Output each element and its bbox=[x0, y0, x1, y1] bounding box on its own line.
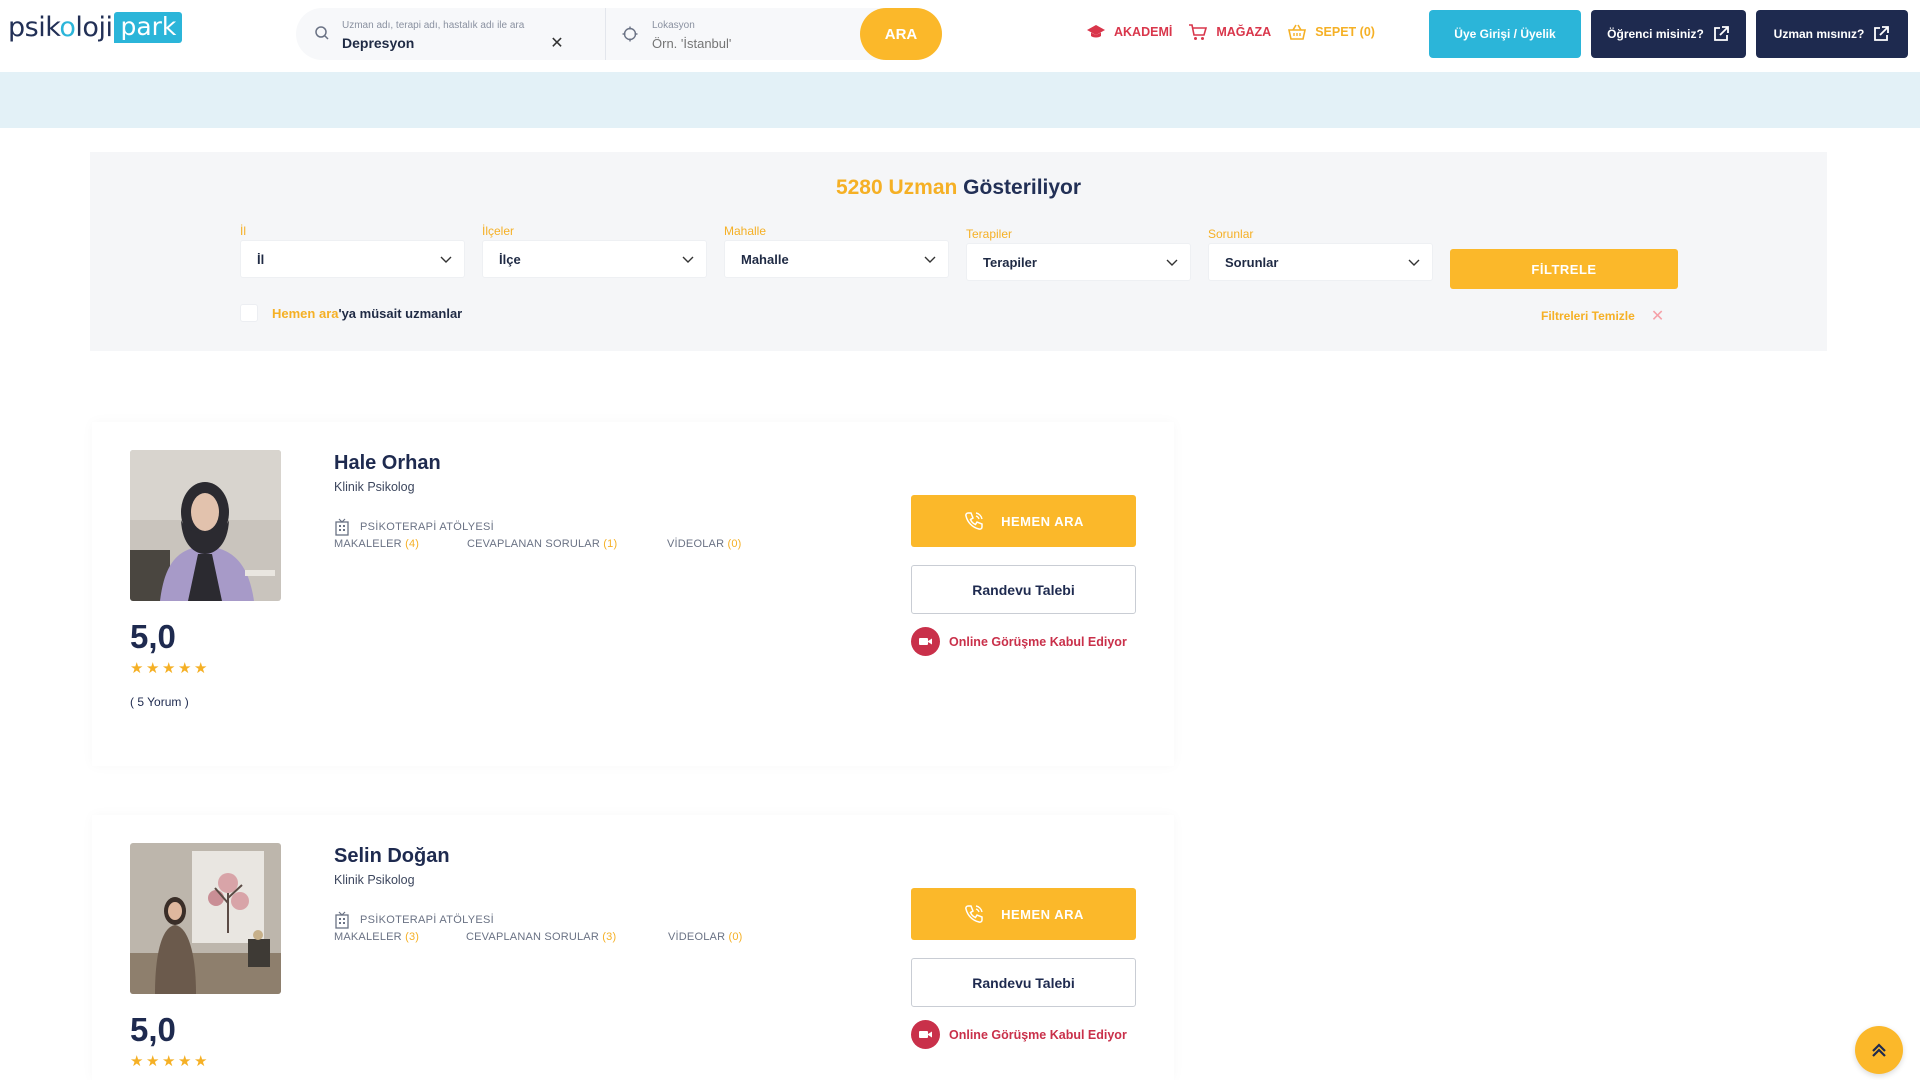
external-link-icon bbox=[1874, 26, 1890, 41]
available-now-toggle: Hemen ara'ya müsait uzmanlar bbox=[240, 304, 462, 322]
star-icon: ★ bbox=[194, 660, 208, 677]
location-crosshair-icon bbox=[622, 26, 638, 42]
filter-problems: Sorunlar Sorunlar bbox=[1208, 227, 1433, 281]
chevron-down-icon bbox=[440, 256, 452, 263]
expert-card: Selin Doğan Klinik Psikolog PSİKOTERAPİ … bbox=[92, 815, 1174, 1080]
site-logo[interactable]: psikoloji park bbox=[8, 8, 183, 46]
nav-cart-link[interactable]: SEPET (0) bbox=[1287, 22, 1375, 42]
hero-band bbox=[0, 72, 1920, 128]
double-chevron-up-icon bbox=[1872, 1043, 1886, 1057]
nav-store-link[interactable]: MAĞAZA bbox=[1188, 22, 1271, 42]
online-session-badge: Online Görüşme Kabul Ediyor bbox=[911, 1020, 1127, 1049]
articles-link[interactable]: MAKALELER (3) bbox=[334, 931, 419, 943]
chevron-down-icon bbox=[924, 256, 936, 263]
clear-search-icon[interactable]: ✕ bbox=[550, 36, 564, 52]
therapies-select[interactable]: Terapiler bbox=[966, 243, 1191, 281]
expert-photo[interactable] bbox=[130, 843, 281, 994]
filter-label: Mahalle bbox=[724, 224, 767, 238]
results-count-heading: 5280 Uzman Gösteriliyor bbox=[835, 176, 1082, 199]
call-now-button[interactable]: HEMEN ARA bbox=[911, 888, 1136, 940]
video-camera-icon bbox=[911, 627, 940, 656]
answered-questions-link[interactable]: CEVAPLANAN SORULAR (1) bbox=[467, 538, 617, 550]
filter-province: İl İl bbox=[240, 224, 465, 278]
header-nav: AKADEMİ MAĞAZA SEPET (0) bbox=[1086, 22, 1375, 42]
shopping-cart-icon bbox=[1189, 24, 1208, 40]
appointment-request-button[interactable]: Randevu Talebi bbox=[911, 958, 1136, 1007]
workshop-badge[interactable]: PSİKOTERAPİ ATÖLYESİ bbox=[334, 911, 494, 929]
star-icon: ★ bbox=[178, 1053, 192, 1070]
review-count[interactable]: ( 5 Yorum ) bbox=[130, 695, 189, 709]
rating-score: 5,0 bbox=[130, 618, 176, 655]
call-now-button[interactable]: HEMEN ARA bbox=[911, 495, 1136, 547]
search-bar: Uzman adı, terapi adı, hastalık adı ile … bbox=[296, 8, 942, 60]
chevron-down-icon bbox=[682, 256, 694, 263]
chevron-down-icon bbox=[1166, 259, 1178, 266]
location-field: Lokasyon bbox=[606, 8, 856, 60]
search-input[interactable] bbox=[342, 35, 542, 51]
video-camera-icon bbox=[911, 1020, 940, 1049]
apply-filter-button[interactable]: FİLTRELE bbox=[1450, 249, 1678, 289]
nav-academy-link[interactable]: AKADEMİ bbox=[1086, 22, 1172, 42]
online-session-badge: Online Görüşme Kabul Ediyor bbox=[911, 627, 1127, 656]
problems-select[interactable]: Sorunlar bbox=[1208, 243, 1433, 281]
login-register-button[interactable]: Üye Girişi / Üyelik bbox=[1429, 10, 1581, 58]
videos-link[interactable]: VİDEOLAR (0) bbox=[667, 538, 742, 550]
location-label: Lokasyon bbox=[652, 20, 695, 31]
building-icon bbox=[335, 518, 349, 536]
available-now-label: Hemen ara'ya müsait uzmanlar bbox=[272, 305, 463, 321]
expert-button[interactable]: Uzman mısınız? bbox=[1756, 10, 1908, 58]
star-icon: ★ bbox=[178, 660, 192, 677]
scroll-to-top-button[interactable] bbox=[1855, 1026, 1903, 1074]
star-icon: ★ bbox=[146, 1053, 160, 1070]
close-icon: ✕ bbox=[1650, 308, 1665, 325]
expert-title: Klinik Psikolog bbox=[334, 873, 415, 887]
star-rating: ★ ★ ★ ★ ★ bbox=[130, 660, 208, 677]
filter-district: İlçeler İlçe bbox=[482, 224, 707, 278]
phone-icon bbox=[965, 905, 983, 923]
star-icon: ★ bbox=[162, 660, 176, 677]
workshop-badge[interactable]: PSİKOTERAPİ ATÖLYESİ bbox=[334, 518, 494, 536]
star-rating: ★ ★ ★ ★ ★ bbox=[130, 1053, 208, 1070]
basket-icon bbox=[1288, 24, 1307, 40]
rating-score: 5,0 bbox=[130, 1011, 176, 1048]
expert-name[interactable]: Hale Orhan bbox=[334, 452, 441, 475]
expert-photo[interactable] bbox=[130, 450, 281, 601]
star-icon: ★ bbox=[130, 1053, 144, 1070]
query-field: Uzman adı, terapi adı, hastalık adı ile … bbox=[296, 8, 606, 60]
filter-therapies: Terapiler Terapiler bbox=[966, 227, 1191, 281]
available-now-checkbox[interactable] bbox=[240, 304, 258, 322]
star-icon: ★ bbox=[146, 660, 160, 677]
videos-link[interactable]: VİDEOLAR (0) bbox=[668, 931, 743, 943]
site-header: psikoloji park Uzman adı, terapi adı, ha… bbox=[0, 0, 1920, 72]
filter-panel: 5280 Uzman Gösteriliyor İl İl İlçeler İl… bbox=[90, 152, 1827, 351]
student-button[interactable]: Öğrenci misiniz? bbox=[1591, 10, 1746, 58]
expert-title: Klinik Psikolog bbox=[334, 480, 415, 494]
filter-label: Terapiler bbox=[966, 227, 1013, 241]
star-icon: ★ bbox=[130, 660, 144, 677]
filter-label: Sorunlar bbox=[1208, 227, 1254, 241]
filter-neighborhood: Mahalle Mahalle bbox=[724, 224, 949, 278]
query-label: Uzman adı, terapi adı, hastalık adı ile … bbox=[342, 20, 525, 31]
search-icon bbox=[315, 26, 329, 40]
filter-label: İlçeler bbox=[482, 224, 515, 238]
neighborhood-select[interactable]: Mahalle bbox=[724, 240, 949, 278]
chevron-down-icon bbox=[1408, 259, 1420, 266]
answered-questions-link[interactable]: CEVAPLANAN SORULAR (3) bbox=[466, 931, 616, 943]
articles-link[interactable]: MAKALELER (4) bbox=[334, 538, 419, 550]
expert-card: Hale Orhan Klinik Psikolog PSİKOTERAPİ A… bbox=[92, 422, 1174, 766]
star-icon: ★ bbox=[194, 1053, 208, 1070]
district-select[interactable]: İlçe bbox=[482, 240, 707, 278]
search-submit-button[interactable]: ARA bbox=[860, 8, 942, 60]
filter-label: İl bbox=[240, 224, 246, 238]
star-icon: ★ bbox=[162, 1053, 176, 1070]
location-input[interactable] bbox=[652, 36, 842, 51]
appointment-request-button[interactable]: Randevu Talebi bbox=[911, 565, 1136, 614]
province-select[interactable]: İl bbox=[240, 240, 465, 278]
building-icon bbox=[335, 911, 349, 929]
phone-icon bbox=[965, 512, 983, 530]
graduation-cap-icon bbox=[1087, 25, 1105, 38]
expert-name[interactable]: Selin Doğan bbox=[334, 845, 450, 868]
external-link-icon bbox=[1713, 26, 1729, 41]
clear-filters-button[interactable]: Filtreleri Temizle ✕ bbox=[1541, 306, 1664, 326]
